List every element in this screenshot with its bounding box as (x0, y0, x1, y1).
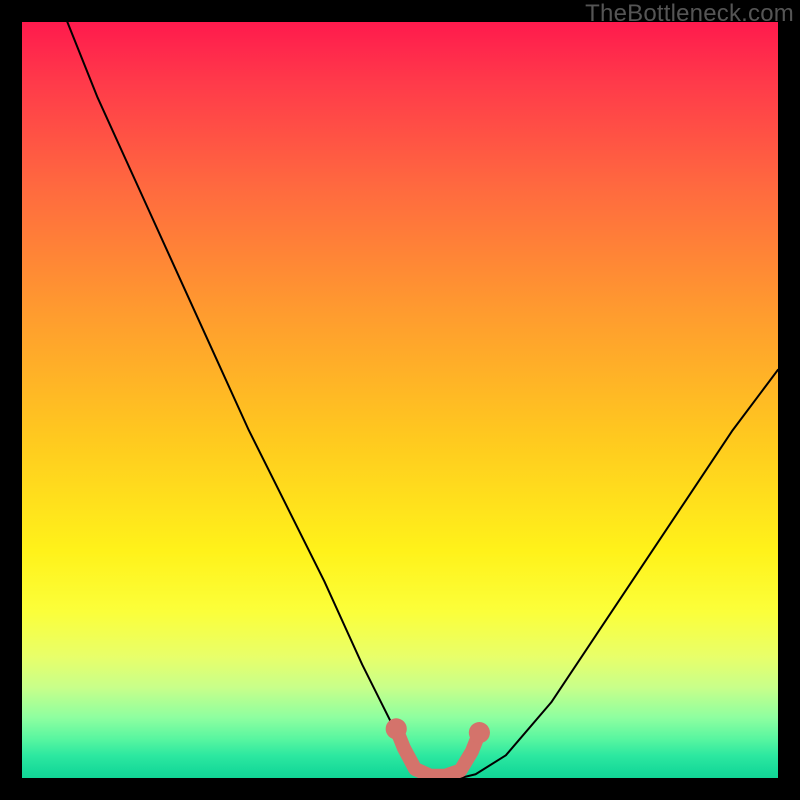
left-dot (386, 718, 407, 739)
right-dot (469, 722, 490, 743)
bottleneck-curve (67, 22, 778, 778)
watermark-text: TheBottleneck.com (585, 0, 794, 28)
outer-frame: TheBottleneck.com (0, 0, 800, 800)
chart-svg (22, 22, 778, 778)
optimal-band (396, 729, 479, 776)
plot-area (22, 22, 778, 778)
